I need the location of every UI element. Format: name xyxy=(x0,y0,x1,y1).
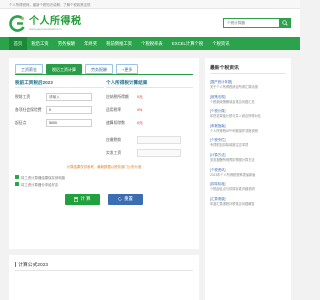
threshold-row: 起征点 xyxy=(15,117,104,130)
news-desc[interactable]: 2023年个人所得税税率表最新版 xyxy=(210,173,286,178)
social-insurance-input[interactable] xyxy=(46,106,92,115)
news-list: [国产统计年报] 关于个人所得税综合所得汇算清缴 [政策法规] 个税新政策解读及… xyxy=(210,80,286,207)
net-salary-value xyxy=(136,149,181,158)
formula-panel: 计算公式2023 xyxy=(9,255,199,300)
news-desc[interactable]: 专项附加扣除填报注意事项 xyxy=(210,143,286,148)
tab-underline xyxy=(15,74,193,75)
search-input[interactable] xyxy=(223,18,279,28)
net-salary-label: 实发工资 xyxy=(105,150,122,155)
disclaimer-note: 计算结果仅供参考，最新数据以税务部门公布为准 xyxy=(66,164,142,169)
main-content: 工资薪金 税后工资计算 劳务报酬 +更多 税前工资税后2023 税前工资 各项社… xyxy=(9,58,291,300)
logo-title: 个人所得税 xyxy=(29,15,82,27)
reset-button[interactable]: 重置 xyxy=(108,193,143,205)
news-item[interactable]: [计算方法] 劳务报酬所得预扣预缴计算方法 xyxy=(210,153,286,163)
refresh-icon xyxy=(118,197,122,201)
save-result-option[interactable]: 将工资计算器结果保存到电脑 xyxy=(15,174,193,181)
result-row: 适用税率 0% xyxy=(106,104,193,117)
result-row: 应纳税所得额 0元 xyxy=(106,91,193,104)
save-result-label: 将工资计算器结果保存到电脑 xyxy=(21,175,66,180)
news-item[interactable]: [申报指南] 个人所得税APP申报操作流程说明 xyxy=(210,124,286,134)
nav-item-labor-remuneration[interactable]: 劳务报酬 xyxy=(53,37,79,50)
tab-more[interactable]: +更多 xyxy=(116,64,139,74)
input-column: 税前工资税后2023 税前工资 各项社会保险费 起征点 xyxy=(15,78,104,160)
calculate-button-label: 计 算 xyxy=(80,196,91,202)
news-item[interactable]: [国产统计年报] 关于个人所得税综合所得汇算清缴 xyxy=(210,80,286,90)
share-label: 将工资计算器分享给好友 xyxy=(21,182,59,187)
tax-payable-label: 应缴税款 xyxy=(105,137,122,142)
news-desc[interactable]: 年终奖单独计税与并入综合所得对比 xyxy=(210,114,286,119)
input-column-title: 税前工资税后2023 xyxy=(15,78,104,88)
nav-item-after-tax-salary[interactable]: 税后工资 xyxy=(27,37,53,50)
search-button[interactable] xyxy=(279,18,291,28)
news-desc[interactable]: 个人所得税APP申报操作流程说明 xyxy=(210,129,286,134)
social-insurance-label: 各项社会保险费 xyxy=(15,107,42,112)
site-logo[interactable]: 个人所得税 www.gerensuodeshui.cn xyxy=(9,14,82,32)
tab-wage-salary[interactable]: 工资薪金 xyxy=(15,64,43,74)
taxable-income-value: 0元 xyxy=(136,94,143,99)
news-desc[interactable]: 关于个人所得税综合所得汇算清缴 xyxy=(210,85,286,90)
nav-item-tax-news[interactable]: 个税资讯 xyxy=(208,37,234,50)
quick-deduction-label: 速算扣除数 xyxy=(105,120,125,125)
nav-item-excel-tax[interactable]: EXCEL计算个税 xyxy=(167,37,207,50)
news-item[interactable]: [汇算清缴] 年度汇算退税补税常见问题解答 xyxy=(210,197,286,207)
share-option[interactable]: 将工资计算器分享给好友 xyxy=(15,181,193,188)
result-row: 速算扣除数 0元 xyxy=(106,117,193,130)
tax-rate-value: 0% xyxy=(136,108,143,113)
tax-payable-value xyxy=(136,136,181,145)
search-icon xyxy=(282,20,288,26)
option-checks: 将工资计算器结果保存到电脑 将工资计算器分享给好友 xyxy=(15,174,193,188)
top-notice-bar: 个人所得税网，最新个税知识讲解，了解个税政策法规 xyxy=(0,0,300,9)
pretax-salary-label: 税前工资 xyxy=(15,94,31,99)
quick-deduction-value: 0元 xyxy=(136,120,143,125)
nav-item-tax-rate-table[interactable]: 个税税率表 xyxy=(137,37,168,50)
taxable-income-label: 应纳税所得额 xyxy=(105,94,129,99)
nav-item-home[interactable]: 首页 xyxy=(9,37,27,50)
news-item[interactable]: [扣除标准] 个税起征点与扣除标准详细说明 xyxy=(210,182,286,192)
main-nav: 首页 税后工资 劳务报酬 年终奖 税前倒推工资 个税税率表 EXCEL计算个税 … xyxy=(0,37,300,50)
result-column: 个人所得税计算结果 应纳税所得额 0元 适用税率 0% 速算扣除数 0元 应缴税… xyxy=(105,78,193,160)
formula-title: 计算公式2023 xyxy=(15,261,193,271)
news-item[interactable]: [政策法规] 个税新政策解读及常见问题汇总 xyxy=(210,95,286,105)
checkbox-checked-icon[interactable] xyxy=(15,175,19,180)
formula-title-text: 计算公式2023 xyxy=(18,263,49,268)
search-box xyxy=(223,18,291,28)
threshold-label: 起征点 xyxy=(15,120,27,125)
title-bar-accent xyxy=(15,261,17,267)
tab-after-tax-calc[interactable]: 税后工资计算 xyxy=(46,64,82,74)
news-desc[interactable]: 年度汇算退税补税常见问题解答 xyxy=(210,202,286,207)
calculate-button[interactable]: 计 算 xyxy=(65,193,100,205)
calculator-icon xyxy=(74,196,79,202)
news-item[interactable]: [个税计算] 年终奖单独计税与并入综合所得对比 xyxy=(210,109,286,119)
logo-subtitle: www.gerensuodeshui.cn xyxy=(29,26,62,31)
logo-g-icon xyxy=(9,14,26,32)
page: 个人所得税网，最新个税知识讲解，了解个税政策法规 个人所得税 www.geren… xyxy=(0,0,300,300)
news-sidebar: 最新个税资讯 [国产统计年报] 关于个人所得税综合所得汇算清缴 [政策法规] 个… xyxy=(205,58,291,300)
result-row: 实发工资 xyxy=(106,147,193,160)
action-buttons: 计 算 重置 xyxy=(15,193,193,205)
tab-labor-remuneration[interactable]: 劳务报酬 xyxy=(85,64,113,74)
nav-item-year-end-bonus[interactable]: 年终奖 xyxy=(80,37,102,50)
pretax-salary-row: 税前工资 xyxy=(15,91,104,104)
news-item[interactable]: [个税资讯] 2023年个人所得税税率表最新版 xyxy=(210,168,286,178)
pretax-salary-input[interactable] xyxy=(46,93,92,102)
top-notice-text: 个人所得税网，最新个税知识讲解，了解个税政策法规 xyxy=(9,2,91,7)
social-insurance-row: 各项社会保险费 xyxy=(15,104,104,117)
result-column-title: 个人所得税计算结果 xyxy=(105,78,193,88)
calculator-tabs: 工资薪金 税后工资计算 劳务报酬 +更多 xyxy=(15,64,193,74)
tax-rate-label: 适用税率 xyxy=(105,107,122,112)
news-item[interactable]: [个税专栏] 专项附加扣除填报注意事项 xyxy=(210,138,286,148)
result-row: 应缴税款 xyxy=(106,134,193,147)
news-desc[interactable]: 个税新政策解读及常见问题汇总 xyxy=(210,100,286,105)
nav-item-pretax-reverse[interactable]: 税前倒推工资 xyxy=(102,37,137,50)
threshold-input[interactable] xyxy=(46,119,92,128)
site-header: 个人所得税 www.gerensuodeshui.cn xyxy=(0,9,300,37)
sidebar-title: 最新个税资讯 xyxy=(210,64,286,74)
checkbox-checked-icon[interactable] xyxy=(15,182,19,187)
news-desc[interactable]: 个税起征点与扣除标准详细说明 xyxy=(210,187,286,192)
news-desc[interactable]: 劳务报酬所得预扣预缴计算方法 xyxy=(210,158,286,163)
tax-calculator-panel: 工资薪金 税后工资计算 劳务报酬 +更多 税前工资税后2023 税前工资 各项社… xyxy=(9,58,199,249)
reset-button-label: 重置 xyxy=(124,196,133,202)
